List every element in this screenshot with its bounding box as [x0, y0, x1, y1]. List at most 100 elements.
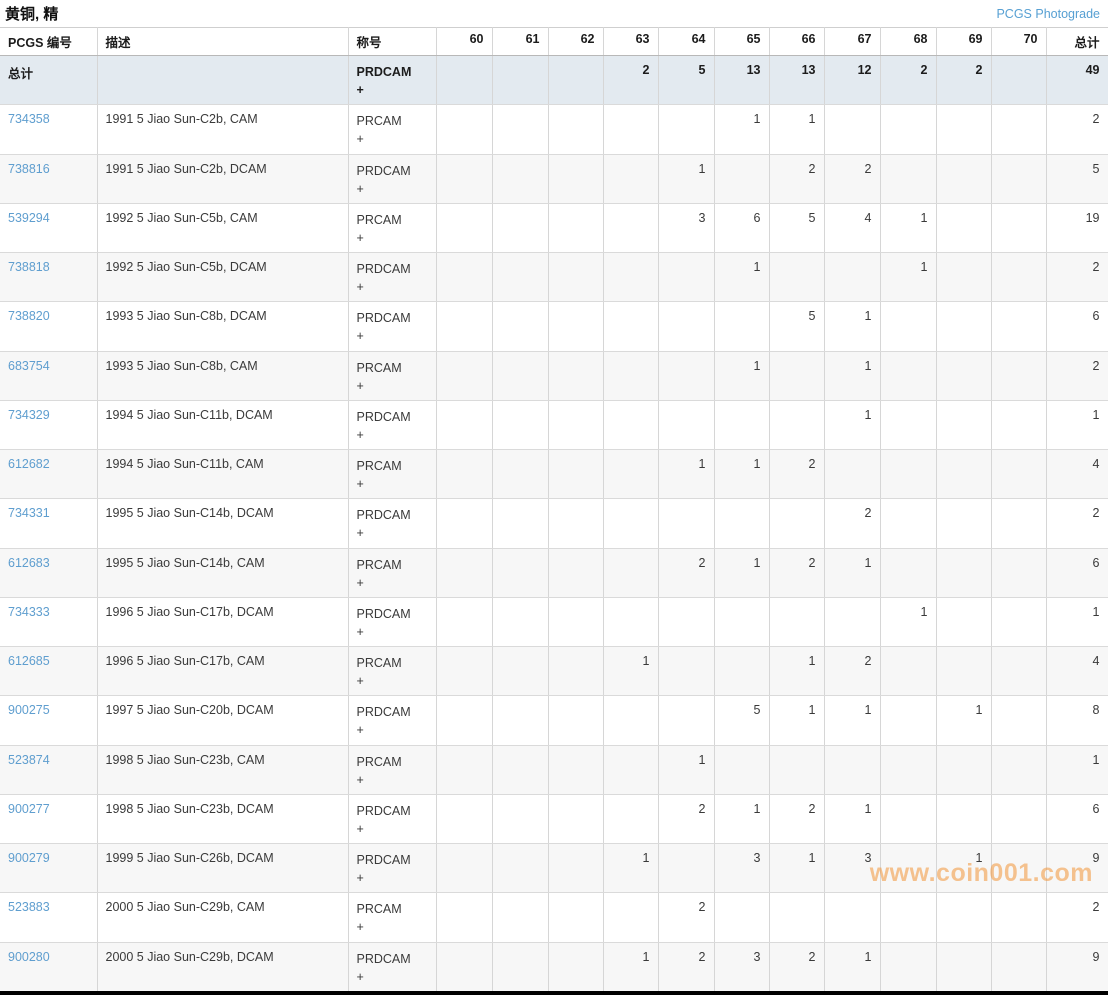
pcgs-number-link[interactable]: 900277: [8, 802, 50, 816]
pcgs-number-link[interactable]: 734358: [8, 112, 50, 126]
designation-cell: PRCAM +: [348, 450, 436, 499]
row-total: 19: [1046, 203, 1108, 252]
grade-60-count: [436, 893, 492, 942]
pcgs-number-link[interactable]: 900275: [8, 703, 50, 717]
grade-67-count: 1: [824, 400, 880, 449]
pcgs-number-link[interactable]: 683754: [8, 359, 50, 373]
designation-text: PRDCAM +: [357, 703, 407, 739]
table-row: 7343311995 5 Jiao Sun-C14b, DCAMPRDCAM +…: [0, 499, 1108, 548]
grade-65-count: [714, 597, 769, 646]
column-header-10: 67: [824, 28, 880, 56]
table-row: 7388181992 5 Jiao Sun-C5b, DCAMPRDCAM +1…: [0, 253, 1108, 302]
summary-grade-70: [991, 56, 1046, 105]
grade-66-count: 2: [769, 794, 824, 843]
pcgs-number-link[interactable]: 539294: [8, 211, 50, 225]
table-row: 9002771998 5 Jiao Sun-C23b, DCAMPRDCAM +…: [0, 794, 1108, 843]
grade-60-count: [436, 696, 492, 745]
designation-cell: PRDCAM +: [348, 499, 436, 548]
pcgs-number-link[interactable]: 900280: [8, 950, 50, 964]
summary-grade-66: 13: [769, 56, 824, 105]
row-total: 4: [1046, 647, 1108, 696]
pcgs-number-cell: 523874: [0, 745, 97, 794]
grade-70-count: [991, 351, 1046, 400]
pcgs-number-link[interactable]: 734329: [8, 408, 50, 422]
coin-description: 1992 5 Jiao Sun-C5b, DCAM: [97, 253, 348, 302]
pcgs-number-link[interactable]: 738818: [8, 260, 50, 274]
grade-64-count: 1: [658, 450, 714, 499]
grade-61-count: [492, 745, 548, 794]
row-total: 5: [1046, 154, 1108, 203]
row-total: 1: [1046, 597, 1108, 646]
grade-62-count: [548, 548, 603, 597]
grade-69-count: [936, 105, 991, 154]
grade-68-count: [880, 844, 936, 893]
grade-60-count: [436, 400, 492, 449]
pcgs-number-link[interactable]: 738820: [8, 309, 50, 323]
pcgs-number-link[interactable]: 734333: [8, 605, 50, 619]
grade-67-count: 1: [824, 942, 880, 993]
column-header-9: 66: [769, 28, 824, 56]
summary-grade-60: [436, 56, 492, 105]
grade-60-count: [436, 154, 492, 203]
designation-cell: PRDCAM +: [348, 942, 436, 993]
pcgs-number-cell: 612683: [0, 548, 97, 597]
grade-69-count: [936, 499, 991, 548]
pcgs-number-link[interactable]: 612685: [8, 654, 50, 668]
pcgs-number-link[interactable]: 612682: [8, 457, 50, 471]
grade-69-count: [936, 942, 991, 993]
grade-68-count: [880, 696, 936, 745]
coin-description: 1997 5 Jiao Sun-C20b, DCAM: [97, 696, 348, 745]
grade-60-count: [436, 253, 492, 302]
grade-67-count: [824, 450, 880, 499]
grade-61-count: [492, 450, 548, 499]
grade-62-count: [548, 105, 603, 154]
grade-69-count: [936, 302, 991, 351]
grade-64-count: [658, 696, 714, 745]
grade-64-count: [658, 302, 714, 351]
grade-65-count: 6: [714, 203, 769, 252]
pcgs-number-link[interactable]: 900279: [8, 851, 50, 865]
grade-62-count: [548, 597, 603, 646]
row-total: 2: [1046, 351, 1108, 400]
grade-60-count: [436, 844, 492, 893]
grade-69-count: [936, 253, 991, 302]
row-total: 9: [1046, 844, 1108, 893]
grade-60-count: [436, 597, 492, 646]
grade-60-count: [436, 105, 492, 154]
grade-60-count: [436, 794, 492, 843]
pcgs-number-link[interactable]: 612683: [8, 556, 50, 570]
grade-63-count: [603, 745, 658, 794]
coin-description: 1996 5 Jiao Sun-C17b, CAM: [97, 647, 348, 696]
column-header-1: 描述: [97, 28, 348, 56]
designation-text: PRDCAM +: [357, 802, 407, 838]
grade-61-count: [492, 548, 548, 597]
grade-69-count: [936, 597, 991, 646]
coin-description: 1999 5 Jiao Sun-C26b, DCAM: [97, 844, 348, 893]
pcgs-number-cell: 900277: [0, 794, 97, 843]
grade-68-count: 1: [880, 597, 936, 646]
coin-description: 1996 5 Jiao Sun-C17b, DCAM: [97, 597, 348, 646]
grade-63-count: [603, 548, 658, 597]
grade-68-count: [880, 647, 936, 696]
grade-70-count: [991, 154, 1046, 203]
designation-text: PRDCAM +: [357, 950, 407, 986]
pcgs-number-link[interactable]: 734331: [8, 506, 50, 520]
pcgs-photograde-link[interactable]: PCGS Photograde: [996, 7, 1100, 21]
grade-69-count: 1: [936, 844, 991, 893]
row-total: 6: [1046, 548, 1108, 597]
grade-61-count: [492, 105, 548, 154]
table-row: 900280 2000 5 Jiao Sun-C29b, DCAMPRDCAM +…: [0, 942, 1108, 993]
coin-description: 2000 5 Jiao Sun-C29b, DCAM: [97, 942, 348, 993]
grade-68-count: [880, 794, 936, 843]
table-row: 7343291994 5 Jiao Sun-C11b, DCAMPRDCAM +…: [0, 400, 1108, 449]
pcgs-number-link[interactable]: 738816: [8, 162, 50, 176]
pcgs-number-link[interactable]: 523874: [8, 753, 50, 767]
table-row: 6126821994 5 Jiao Sun-C11b, CAMPRCAM +11…: [0, 450, 1108, 499]
grade-66-count: [769, 400, 824, 449]
grade-65-count: 1: [714, 351, 769, 400]
grade-63-count: [603, 400, 658, 449]
coin-description: 1993 5 Jiao Sun-C8b, CAM: [97, 351, 348, 400]
pcgs-number-link[interactable]: 523883: [8, 900, 50, 914]
grade-66-count: 2: [769, 450, 824, 499]
grade-60-count: [436, 302, 492, 351]
